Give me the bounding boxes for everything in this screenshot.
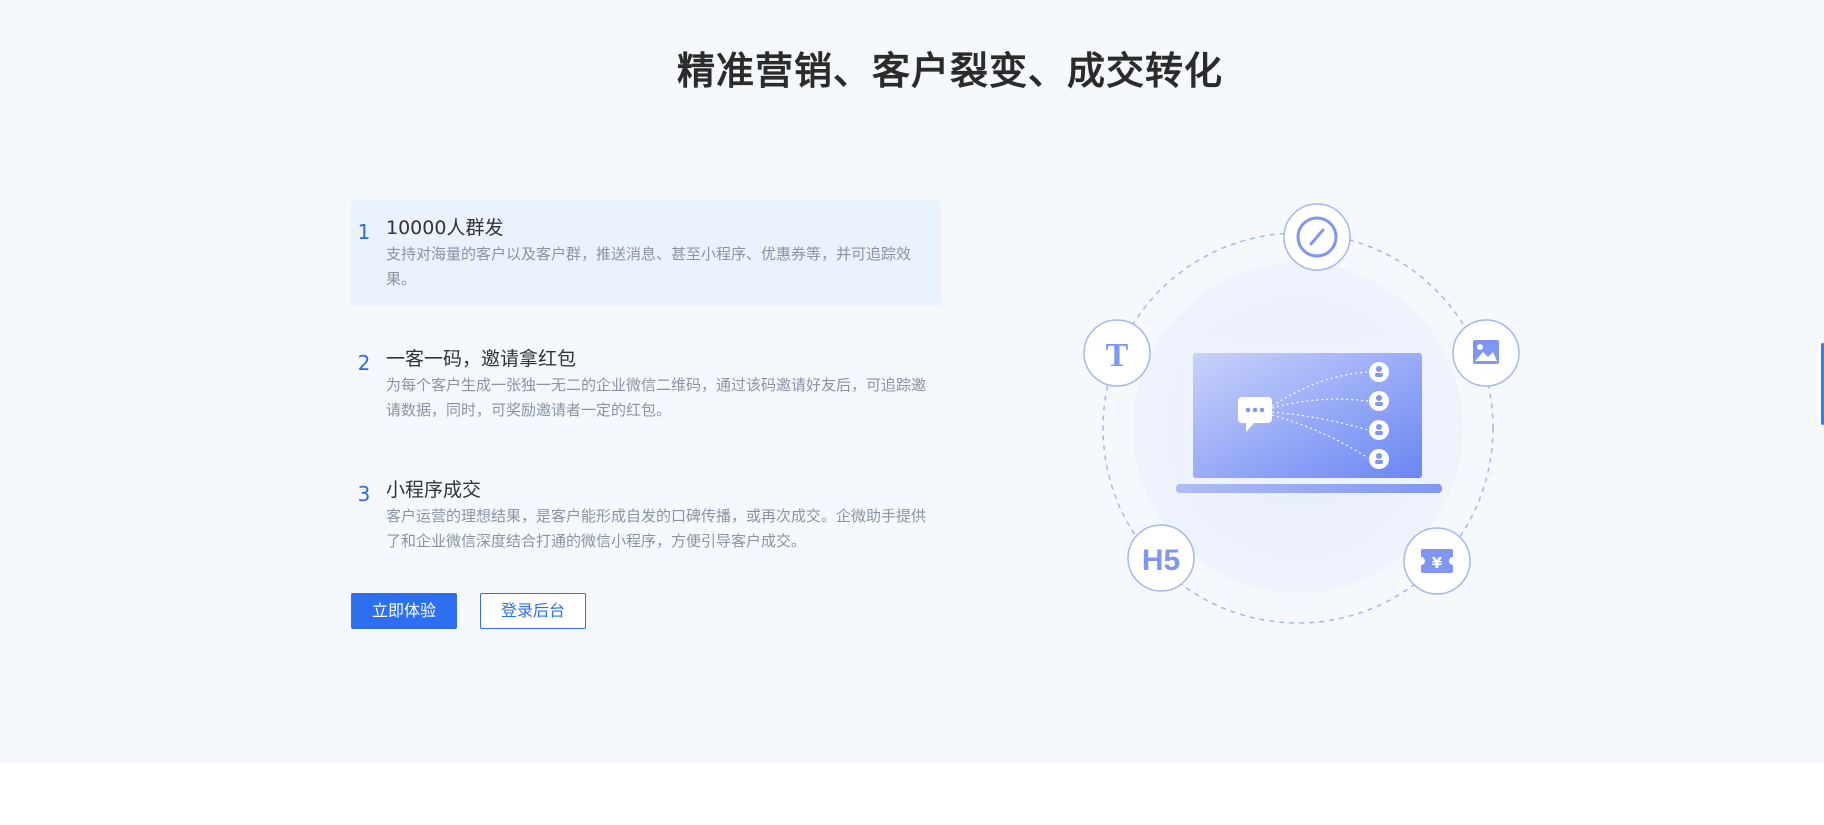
feature-item-2[interactable]: 2 一客一码，邀请拿红包 为每个客户生成一张独一无二的企业微信二维码，通过该码邀…	[351, 331, 941, 437]
svg-text:T: T	[1106, 337, 1129, 374]
feature-title: 10000人群发	[386, 217, 504, 239]
coupon-icon: ¥	[1403, 527, 1471, 595]
feature-title: 一客一码，邀请拿红包	[386, 348, 577, 370]
illustration: T H5 ¥	[1080, 200, 1530, 630]
feature-number: 3	[351, 476, 377, 506]
image-icon	[1452, 319, 1520, 387]
page-title: 精准营销、客户裂变、成交转化	[676, 49, 1223, 93]
h5-icon: H5	[1127, 524, 1195, 592]
svg-text:H5: H5	[1142, 544, 1180, 577]
feature-item-3[interactable]: 3 小程序成交 客户运营的理想结果，是客户能形成自发的口碑传播，或再次成交。企微…	[351, 462, 941, 568]
feature-description: 支持对海量的客户以及客户群，推送消息、甚至小程序、优惠券等，并可追踪效果。	[386, 245, 912, 288]
feature-description: 客户运营的理想结果，是客户能形成自发的口碑传播，或再次成交。企微助手提供了和企业…	[386, 507, 927, 550]
feature-item-1[interactable]: 1 10000人群发 支持对海量的客户以及客户群，推送消息、甚至小程序、优惠券等…	[351, 200, 941, 306]
feature-description: 为每个客户生成一张独一无二的企业微信二维码，通过该码邀请好友后，可追踪邀请数据，…	[386, 376, 927, 419]
laptop-icon	[1176, 340, 1442, 493]
marketing-section: 精准营销、客户裂变、成交转化 1 10000人群发 支持对海量的客户以及客户群，…	[0, 0, 1824, 763]
text-icon: T	[1083, 319, 1151, 387]
feature-title: 小程序成交	[386, 479, 482, 501]
link-icon	[1283, 203, 1351, 271]
feature-list: 1 10000人群发 支持对海量的客户以及客户群，推送消息、甚至小程序、优惠券等…	[351, 200, 941, 593]
try-now-button[interactable]: 立即体验	[351, 593, 457, 629]
illustration-graphic: T H5 ¥	[1083, 203, 1520, 624]
feature-number: 2	[351, 345, 377, 375]
feature-number: 1	[351, 214, 377, 244]
svg-text:¥: ¥	[1432, 554, 1443, 572]
login-backend-button[interactable]: 登录后台	[480, 593, 586, 629]
